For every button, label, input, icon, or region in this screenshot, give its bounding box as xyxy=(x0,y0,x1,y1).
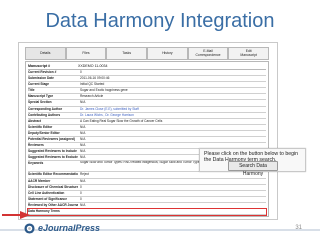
detail-key: Contributing Authors xyxy=(28,112,61,117)
ejournalpress-logo: eJournalPress xyxy=(24,222,106,236)
detail-value: 2011-06-16 09:00:46 xyxy=(80,76,110,81)
tab-bar: Details Files Tasks History E-Mail Correspon… xyxy=(25,47,270,60)
detail-value: N/A xyxy=(80,178,86,183)
detail-value: Reject xyxy=(80,172,90,177)
manuscript-screenshot: Details Files Tasks History E-Mail Correspon… xyxy=(18,42,278,220)
detail-value: 0 xyxy=(80,70,82,74)
search-data-harmony-button[interactable]: Search Data Harmony xyxy=(228,161,278,177)
detail-value: N/A xyxy=(80,124,86,129)
detail-key: Corresponding Author xyxy=(28,106,63,111)
detail-link[interactable]: Dr. James Close (E.E), submitted by Staf… xyxy=(78,107,266,112)
detail-key: Current Revision # xyxy=(28,70,57,74)
tab-details[interactable]: Details xyxy=(25,47,66,60)
detail-value: 0 xyxy=(80,184,82,189)
detail-key: Reviewers xyxy=(28,143,44,148)
detail-key: Cell Line Authentication xyxy=(28,190,65,195)
tab-files[interactable]: Files xyxy=(65,47,107,60)
manuscript-details-panel: Manuscript # XXDEMO 11-0034 Current Revi… xyxy=(25,61,269,217)
detail-key: AACR Member xyxy=(28,178,51,183)
detail-key: Data Harmony Terms xyxy=(28,208,60,213)
detail-value: N/A xyxy=(80,202,86,207)
detail-key: Statement of Significance xyxy=(28,196,67,201)
brand-name: eJournalPress xyxy=(38,223,101,233)
detail-key: Keywords xyxy=(28,161,44,166)
detail-key: Suggested Reviewers to Exclude xyxy=(28,155,78,160)
detail-key: Suggested Reviewers to Include xyxy=(28,149,77,154)
detail-value: 0 xyxy=(80,190,82,195)
detail-value: N/A xyxy=(80,130,86,135)
data-harmony-popup: Please click on the button below to begi… xyxy=(199,148,306,177)
detail-value xyxy=(78,209,266,214)
detail-value: Initial QC Started xyxy=(80,82,105,87)
tab-history[interactable]: History xyxy=(147,47,188,60)
manuscript-number: XXDEMO 11-0034 xyxy=(78,64,108,68)
tab-edit-manuscript[interactable]: Edit Manuscript xyxy=(228,47,270,60)
detail-value: Sugar and Exotic happiness gene xyxy=(80,88,128,93)
detail-key: Reviewed by Other AACR Journals xyxy=(28,202,78,207)
detail-value: N/A xyxy=(80,137,86,142)
detail-key: Special Section xyxy=(28,100,52,105)
detail-key: Abstract xyxy=(28,118,41,123)
detail-value: A Can Eating Real Sugar Slow the Growth … xyxy=(80,118,163,123)
tab-e-mail-correspondence[interactable]: E-Mail Correspondence xyxy=(187,47,229,60)
detail-value: Research Article xyxy=(80,94,104,99)
detail-value: N/A xyxy=(80,100,86,105)
red-arrow-icon xyxy=(2,211,30,219)
detail-key: Deputy/Senior Editor xyxy=(28,130,60,135)
detail-key: Potential Reviewers (assigned) xyxy=(28,137,75,142)
detail-key: Disclosure of Chemical Structures xyxy=(28,184,78,189)
details-table: Current Revision # 0 Submission Date 2011-0… xyxy=(27,70,267,217)
manuscript-label: Manuscript # xyxy=(28,64,51,68)
detail-value: 0 xyxy=(80,196,82,201)
detail-key: Scientific Editor Recommendation xyxy=(28,172,78,177)
slide-title: Data Harmony Integration xyxy=(45,10,275,32)
detail-link[interactable]: Dr. Laura Wichs , Dr. George Harrison xyxy=(78,113,266,118)
detail-key: Scientific Editor xyxy=(28,124,53,129)
ejp-logo-icon xyxy=(24,223,35,234)
detail-key: Submission Date xyxy=(28,76,54,81)
detail-key: Manuscript Type xyxy=(28,94,54,99)
tab-tasks[interactable]: Tasks xyxy=(106,47,148,60)
detail-key: Title xyxy=(28,88,35,93)
detail-row[interactable]: Data Harmony Terms xyxy=(27,207,267,217)
page-number: 31 xyxy=(295,225,302,231)
detail-key: Current Stage xyxy=(28,82,50,87)
